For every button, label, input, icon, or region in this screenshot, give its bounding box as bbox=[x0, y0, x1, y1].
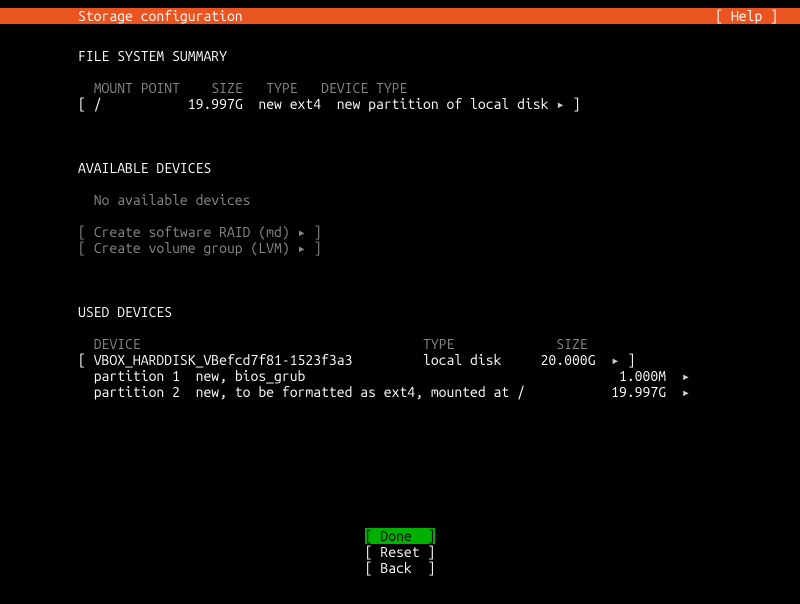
help-button[interactable]: [ Help ] bbox=[715, 8, 778, 24]
available-title: AVAILABLE DEVICES bbox=[78, 160, 722, 176]
fs-summary-row[interactable]: [ / 19.997G new ext4 new partition of lo… bbox=[78, 96, 722, 112]
no-available-text: No available devices bbox=[78, 192, 722, 208]
used-disk-row[interactable]: [ VBOX_HARDDISK_VBefcd7f81-1523f3a3 loca… bbox=[78, 352, 722, 368]
arrow-right-icon: ▸ bbox=[556, 96, 564, 112]
fs-summary-title: FILE SYSTEM SUMMARY bbox=[78, 48, 722, 64]
reset-button[interactable]: [ Reset ] bbox=[365, 544, 436, 560]
fs-summary-header: MOUNT POINT SIZE TYPE DEVICE TYPE bbox=[78, 80, 722, 96]
arrow-right-icon: ▸ bbox=[682, 384, 690, 400]
used-title: USED DEVICES bbox=[78, 304, 722, 320]
used-header: DEVICE TYPE SIZE bbox=[78, 336, 722, 352]
arrow-right-icon: ▸ bbox=[611, 352, 619, 368]
arrow-right-icon: ▸ bbox=[682, 368, 690, 384]
back-button[interactable]: [ Back ] bbox=[365, 560, 436, 576]
create-raid-button: [ Create software RAID (md) ▸ ] bbox=[78, 224, 722, 240]
page-title: Storage configuration bbox=[78, 8, 243, 24]
done-button[interactable]: [ Done ] bbox=[365, 528, 436, 544]
used-partition-2[interactable]: partition 2 new, to be formatted as ext4… bbox=[78, 384, 722, 400]
header-bar: Storage configuration [ Help ] bbox=[0, 8, 800, 24]
create-lvm-button: [ Create volume group (LVM) ▸ ] bbox=[78, 240, 722, 256]
used-partition-1[interactable]: partition 1 new, bios_grub 1.000M ▸ bbox=[78, 368, 722, 384]
